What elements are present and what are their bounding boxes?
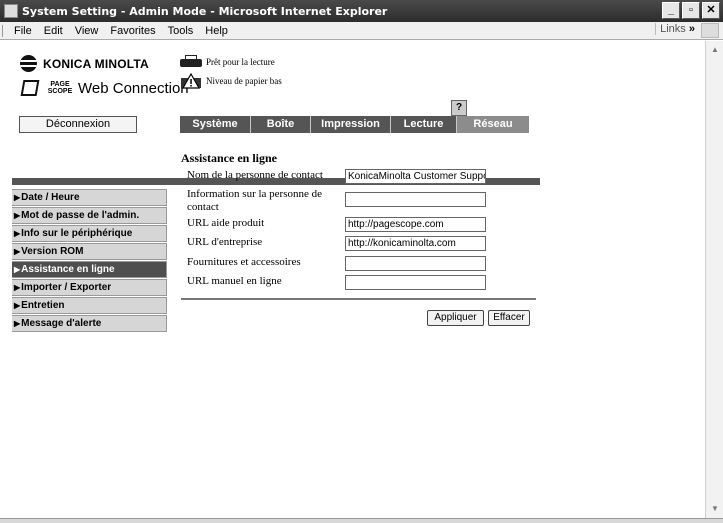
menu-tools[interactable]: Tools	[162, 25, 200, 37]
status-paper-low-text: Niveau de papier bas	[206, 76, 282, 86]
konica-minolta-globe-icon	[20, 55, 37, 72]
sidebar-item-label: Importer / Exporter	[21, 282, 112, 293]
company-url-input[interactable]: http://konicaminolta.com	[345, 236, 486, 251]
form-divider	[181, 298, 536, 300]
sidebar-item-label: Entretien	[21, 300, 65, 311]
online-manual-url-label: URL manuel en ligne	[187, 275, 282, 287]
ie-app-icon	[4, 4, 18, 18]
triangle-right-icon: ▶	[14, 265, 21, 274]
sidebar-item-label: Version ROM	[21, 246, 84, 257]
window-titlebar: System Setting - Admin Mode - Microsoft …	[0, 0, 723, 22]
logout-button[interactable]: Déconnexion	[19, 116, 137, 133]
sidebar-item-date-heure[interactable]: ▶Date / Heure	[12, 189, 167, 206]
pagescope-logo: PAGE SCOPE Web Connection	[20, 78, 189, 98]
sidebar: ▶Date / Heure ▶Mot de passe de l'admin. …	[12, 189, 167, 333]
window-title: System Setting - Admin Mode - Microsoft …	[22, 4, 388, 18]
menu-edit[interactable]: Edit	[38, 25, 69, 37]
tab-reseau[interactable]: Réseau	[457, 116, 529, 133]
status-ready-text: Prêt pour la lecture	[206, 56, 275, 67]
triangle-right-icon: ▶	[14, 193, 21, 202]
triangle-right-icon: ▶	[14, 229, 21, 238]
contact-name-label: Nom de la personne de contact	[187, 169, 323, 181]
menu-help[interactable]: Help	[199, 25, 234, 37]
supplies-label: Fournitures et accessoires	[187, 256, 301, 268]
page-title: Assistance en ligne	[181, 151, 277, 165]
status-paper-low: Niveau de papier bas	[180, 73, 282, 89]
product-help-url-input[interactable]: http://pagescope.com	[345, 217, 486, 232]
konica-minolta-logo: KONICA MINOLTA	[20, 55, 149, 72]
triangle-right-icon: ▶	[14, 319, 21, 328]
pagescope-small-label: PAGE SCOPE	[47, 81, 73, 95]
sidebar-item-version-rom[interactable]: ▶Version ROM	[12, 243, 167, 260]
supplies-input[interactable]	[345, 256, 486, 271]
chevron-right-icon: »	[688, 23, 695, 35]
sidebar-item-label: Mot de passe de l'admin.	[21, 210, 140, 221]
online-manual-url-input[interactable]	[345, 275, 486, 290]
sidebar-item-importer-exporter[interactable]: ▶Importer / Exporter	[12, 279, 167, 296]
contact-info-input[interactable]	[345, 192, 486, 207]
sidebar-item-mot-de-passe[interactable]: ▶Mot de passe de l'admin.	[12, 207, 167, 224]
maximize-button[interactable]: ▫	[682, 2, 700, 19]
printer-icon	[180, 55, 202, 68]
sidebar-item-info-peripherique[interactable]: ▶Info sur le périphérique	[12, 225, 167, 242]
links-toolbar[interactable]: Links »	[655, 23, 695, 35]
sidebar-item-message-alerte[interactable]: ▶Message d'alerte	[12, 315, 167, 332]
apply-button[interactable]: Appliquer	[427, 310, 484, 326]
tab-boite[interactable]: Boîte	[251, 116, 311, 133]
vertical-scrollbar[interactable]: ▲ ▼	[705, 41, 723, 518]
triangle-right-icon: ▶	[14, 301, 21, 310]
product-name: Web Connection	[78, 79, 189, 97]
status-bar	[0, 518, 723, 523]
scroll-up-icon[interactable]: ▲	[708, 43, 722, 57]
sidebar-item-assistance-en-ligne[interactable]: ▶Assistance en ligne	[12, 261, 167, 278]
sidebar-item-label: Date / Heure	[21, 192, 80, 203]
product-help-url-label: URL aide produit	[187, 217, 265, 229]
main-tabs: Système Boîte Impression Lecture Réseau	[180, 116, 529, 133]
company-url-label: URL d'entreprise	[187, 236, 263, 248]
menu-file[interactable]: File	[8, 25, 38, 37]
menu-bar: File Edit View Favorites Tools Help Link…	[0, 22, 723, 40]
scroll-down-icon[interactable]: ▼	[708, 502, 722, 516]
windows-logo-icon	[701, 23, 719, 38]
clear-button[interactable]: Effacer	[488, 310, 530, 326]
warning-icon	[181, 73, 201, 89]
triangle-right-icon: ▶	[14, 283, 21, 292]
tab-systeme[interactable]: Système	[180, 116, 251, 133]
close-button[interactable]: ✕	[702, 2, 720, 19]
triangle-right-icon: ▶	[14, 211, 21, 220]
links-label: Links	[660, 23, 686, 35]
brand-name: KONICA MINOLTA	[43, 56, 149, 71]
minimize-button[interactable]: _	[662, 2, 680, 19]
menu-view[interactable]: View	[69, 25, 105, 37]
toolbar-grip[interactable]	[2, 24, 5, 37]
contact-name-input[interactable]: KonicaMinolta Customer Support	[345, 169, 486, 184]
tab-impression[interactable]: Impression	[311, 116, 391, 133]
sidebar-item-entretien[interactable]: ▶Entretien	[12, 297, 167, 314]
page-viewport: KONICA MINOLTA PAGE SCOPE Web Connection…	[0, 41, 705, 518]
sidebar-item-label: Message d'alerte	[21, 318, 102, 329]
triangle-right-icon: ▶	[14, 247, 21, 256]
sidebar-item-label: Info sur le périphérique	[21, 228, 133, 239]
help-icon[interactable]: ?	[451, 100, 467, 116]
sidebar-item-label: Assistance en ligne	[21, 264, 115, 275]
pagescope-icon	[20, 78, 42, 98]
menu-favorites[interactable]: Favorites	[104, 25, 161, 37]
tab-lecture[interactable]: Lecture	[391, 116, 457, 133]
status-ready: Prêt pour la lecture	[180, 55, 275, 68]
contact-info-label: Information sur la personne de contact	[187, 188, 323, 213]
